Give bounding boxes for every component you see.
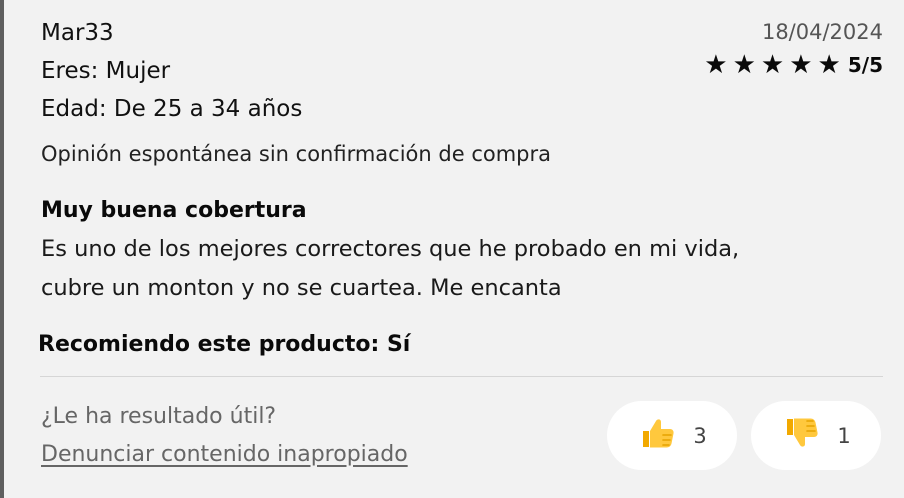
reviewer-age: Edad: De 25 a 34 años: [41, 96, 303, 122]
reviewer-name: Mar33: [41, 20, 114, 46]
review-date: 18/04/2024: [761, 20, 883, 44]
reviewer-gender: Eres: Mujer: [41, 58, 171, 84]
thumbs-down-icon: [781, 413, 821, 459]
star-icon: ★: [732, 50, 756, 80]
star-icon: ★: [760, 50, 785, 80]
thumbs-up-icon: [637, 413, 677, 459]
review-body: Es uno de los mejores correctores que he…: [41, 230, 841, 308]
report-link[interactable]: Denunciar contenido inapropiado: [41, 442, 408, 467]
review-body-line: Es uno de los mejores correctores que he…: [41, 236, 740, 262]
helpful-question: ¿Le ha resultado útil?: [41, 404, 277, 429]
verification-notice: Opinión espontánea sin confirmación de c…: [41, 142, 551, 166]
review-card: Mar33 18/04/2024 ★ ★ ★ ★ ★ 5/5 Eres: Muj…: [4, 0, 904, 498]
unhelpful-button[interactable]: 1: [751, 401, 881, 470]
unhelpful-count: 1: [837, 423, 851, 448]
star-icon: ★: [789, 50, 813, 80]
helpful-count: 3: [693, 423, 707, 448]
review-title: Muy buena cobertura: [41, 198, 307, 223]
star-rating: ★ ★ ★ ★ ★ 5/5: [704, 52, 883, 78]
divider: [40, 376, 883, 377]
star-icon: ★: [817, 50, 841, 80]
helpful-button[interactable]: 3: [607, 401, 737, 470]
rating-value: 5/5: [847, 53, 883, 77]
star-icon: ★: [704, 50, 728, 80]
review-body-line: cubre un monton y no se cuartea. Me enca…: [41, 275, 562, 301]
recommendation: Recomiendo este producto: Sí: [38, 332, 411, 357]
